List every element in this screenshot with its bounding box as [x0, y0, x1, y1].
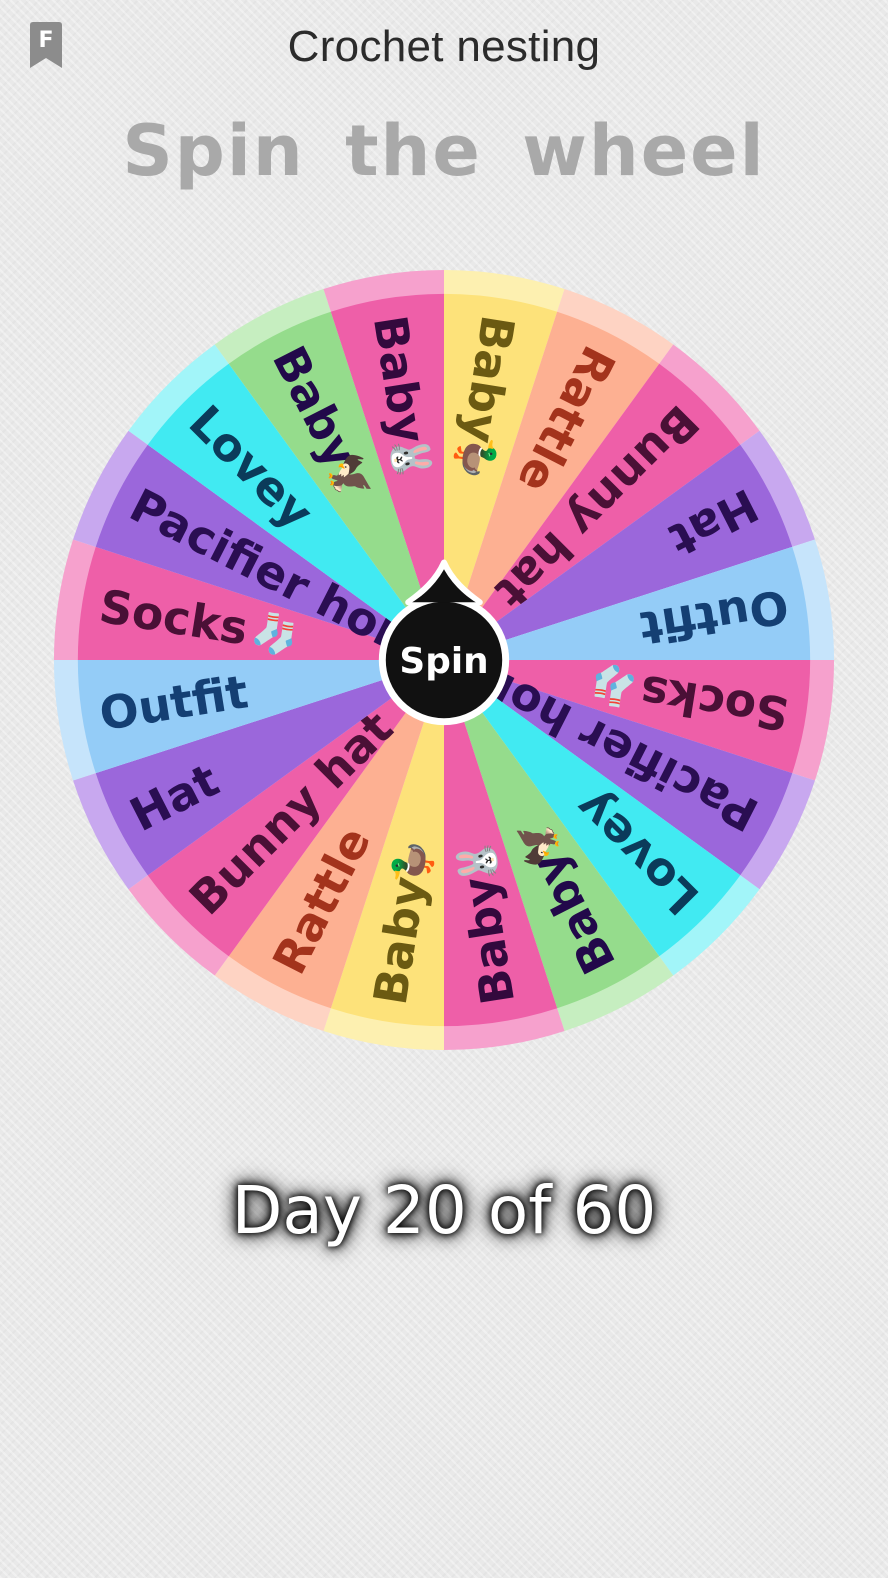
spin-label: Spin [399, 641, 488, 682]
app-title: Crochet nesting [287, 22, 601, 71]
wheel-segment-emoji: 🐰 [452, 836, 503, 889]
day-counter: Day 20 of 60 [231, 1172, 657, 1249]
wheel-segment-emoji: 🦆 [387, 836, 439, 890]
page-heading: Spin the wheel [122, 110, 766, 192]
wheel-segment-emoji: 🧦 [248, 609, 302, 661]
wheel-segment-emoji: 🦆 [449, 431, 501, 485]
wheel-segment-emoji: 🧦 [586, 659, 640, 711]
spin-wheel[interactable]: Baby🦆 RattleBunny hatHatOutfitSocks🧦Pacif… [46, 262, 842, 1058]
wheel-segment-emoji: 🐰 [386, 431, 437, 484]
app-screen: F Crochet nesting Spin the wheel Baby 🦆 Ra… [0, 0, 888, 1578]
